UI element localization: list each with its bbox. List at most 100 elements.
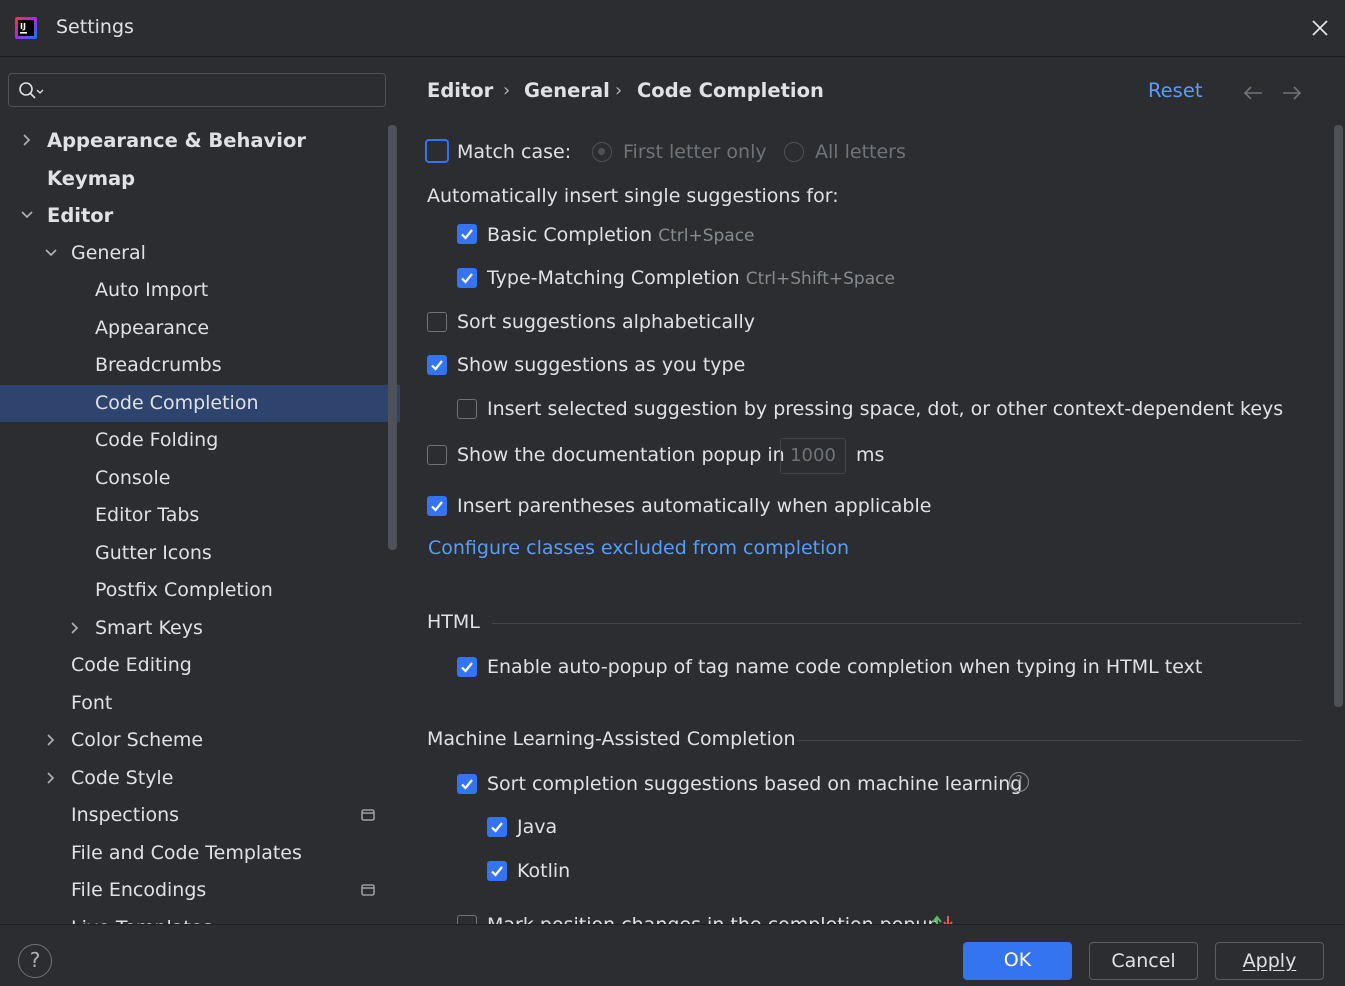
tree-item-label: Editor Tabs: [95, 504, 200, 526]
tree-item-label: Font: [71, 691, 113, 714]
tree-item-auto-import[interactable]: Auto Import: [0, 272, 400, 309]
tree-item-label: Appearance: [95, 316, 210, 339]
search-box[interactable]: [8, 73, 386, 107]
first-letter-radio[interactable]: [592, 142, 612, 162]
basic-completion-label: Basic Completion Ctrl+Space: [487, 224, 755, 246]
insert-parens-checkbox[interactable]: [427, 496, 447, 516]
checkmark-icon: [431, 360, 443, 371]
sort-alpha-label: Sort suggestions alphabetically: [457, 311, 756, 333]
tree-item-smart-keys[interactable]: Smart Keys: [0, 610, 400, 647]
sort-ml-checkbox[interactable]: [457, 774, 477, 794]
tree-item-general[interactable]: General: [0, 235, 400, 272]
tree-item-label: Console: [95, 466, 171, 489]
tree-item-label: Code Style: [71, 766, 174, 789]
svg-text:IJ: IJ: [20, 22, 26, 31]
tree-item-label: Editor: [47, 204, 114, 227]
insert-selected-label: Insert selected suggestion by pressing s…: [487, 398, 1284, 420]
all-letters-radio[interactable]: [784, 142, 804, 162]
doc-popup-label: Show the documentation popup in: [457, 444, 785, 466]
chevron-down-icon[interactable]: [20, 208, 34, 222]
checkmark-icon: [461, 229, 473, 240]
auto-insert-heading: Automatically insert single suggestions …: [427, 185, 839, 207]
tree-item-label: General: [71, 241, 146, 264]
help-icon[interactable]: ?: [1009, 772, 1029, 792]
type-matching-checkbox[interactable]: [457, 268, 477, 288]
chevron-right-icon[interactable]: [44, 771, 58, 785]
tree-item-label: Appearance & Behavior: [47, 129, 306, 152]
section-divider: [797, 740, 1301, 741]
settings-sidebar: Appearance & Behavior Keymap Editor General…: [0, 57, 400, 924]
tree-item-code-folding[interactable]: Code Folding: [0, 422, 400, 459]
sort-ml-label: Sort completion suggestions based on mac…: [487, 773, 1023, 795]
tree-item-label: Auto Import: [95, 279, 209, 301]
tree-item-editor-tabs[interactable]: Editor Tabs: [0, 497, 400, 534]
sidebar-scrollbar[interactable]: [388, 125, 397, 550]
breadcrumb-code-completion: Code Completion: [637, 79, 824, 102]
html-auto-popup-checkbox[interactable]: [457, 657, 477, 677]
help-button[interactable]: ?: [18, 944, 52, 978]
checkmark-icon: [491, 866, 503, 877]
chevron-right-icon[interactable]: [68, 621, 82, 635]
tree-item-appearance[interactable]: Appearance: [0, 310, 400, 347]
java-checkbox[interactable]: [487, 817, 507, 837]
search-input[interactable]: [51, 78, 375, 104]
tree-item-postfix-completion[interactable]: Postfix Completion: [0, 572, 400, 609]
all-letters-label: All letters: [815, 141, 906, 163]
position-change-arrows-icon: [932, 915, 953, 924]
match-case-label: Match case:: [457, 141, 572, 163]
chevron-right-icon[interactable]: [20, 133, 34, 147]
doc-popup-delay-field[interactable]: 1000: [780, 438, 846, 474]
tree-item-file-and-code-templates[interactable]: File and Code Templates: [0, 835, 400, 872]
tree-item-console[interactable]: Console: [0, 460, 400, 497]
apply-button[interactable]: Apply: [1215, 942, 1324, 980]
chevron-down-icon[interactable]: [44, 246, 58, 260]
tree-item-code-completion[interactable]: Code Completion: [0, 384, 400, 422]
section-divider: [492, 623, 1301, 624]
kotlin-checkbox[interactable]: [487, 861, 507, 881]
reset-link[interactable]: Reset: [1148, 79, 1202, 102]
breadcrumb-separator: ›: [615, 80, 623, 101]
window-title: Settings: [56, 16, 134, 38]
html-auto-popup-label: Enable auto-popup of tag name code compl…: [487, 656, 1203, 678]
doc-popup-checkbox[interactable]: [427, 445, 447, 465]
tree-item-code-style[interactable]: Code Style: [0, 760, 400, 797]
forward-arrow-icon[interactable]: [1281, 85, 1303, 101]
mark-position-checkbox[interactable]: [457, 915, 477, 924]
show-as-type-checkbox[interactable]: [427, 355, 447, 375]
tree-item-label: Code Completion: [95, 391, 259, 414]
match-case-checkbox[interactable]: [425, 139, 449, 163]
checkmark-icon: [431, 501, 443, 512]
tree-item-gutter-icons[interactable]: Gutter Icons: [0, 535, 400, 572]
insert-selected-checkbox[interactable]: [457, 399, 477, 419]
mark-position-label: Mark position changes in the completion …: [487, 914, 940, 924]
basic-completion-checkbox[interactable]: [457, 224, 477, 244]
basic-completion-shortcut: Ctrl+Space: [658, 226, 755, 246]
tree-item-label: Gutter Icons: [95, 541, 212, 564]
tree-item-breadcrumbs[interactable]: Breadcrumbs: [0, 347, 400, 384]
breadcrumb-editor[interactable]: Editor: [427, 79, 493, 102]
tree-item-font[interactable]: Font: [0, 685, 400, 722]
cancel-button[interactable]: Cancel: [1089, 942, 1198, 980]
tree-item-file-encodings[interactable]: File Encodings: [0, 872, 400, 909]
tree-item-keymap[interactable]: Keymap: [0, 160, 400, 197]
type-matching-shortcut: Ctrl+Shift+Space: [745, 269, 895, 289]
tree-item-appearance-behavior[interactable]: Appearance & Behavior: [0, 122, 400, 159]
chevron-right-icon[interactable]: [44, 733, 58, 747]
basic-completion-text: Basic Completion: [487, 224, 653, 246]
sort-alpha-checkbox[interactable]: [427, 312, 447, 332]
tree-item-code-editing[interactable]: Code Editing: [0, 647, 400, 684]
tree-item-color-scheme[interactable]: Color Scheme: [0, 722, 400, 759]
ok-button[interactable]: OK: [963, 942, 1072, 980]
tree-item-label: Keymap: [47, 166, 136, 190]
tree-item-inspections[interactable]: Inspections: [0, 797, 400, 834]
configure-excluded-link[interactable]: Configure classes excluded from completi…: [428, 537, 849, 559]
content-scrollbar[interactable]: [1334, 125, 1343, 707]
tree-item-live-templates[interactable]: Live Templates: [0, 910, 400, 925]
close-icon[interactable]: [1308, 16, 1332, 40]
ml-section-title: Machine Learning-Assisted Completion: [427, 728, 796, 750]
breadcrumb-general[interactable]: General: [524, 79, 610, 102]
back-arrow-icon[interactable]: [1242, 85, 1264, 101]
tree-item-editor[interactable]: Editor: [0, 197, 400, 234]
settings-tree: Appearance & Behavior Keymap Editor General…: [0, 122, 400, 924]
checkmark-icon: [491, 822, 503, 833]
